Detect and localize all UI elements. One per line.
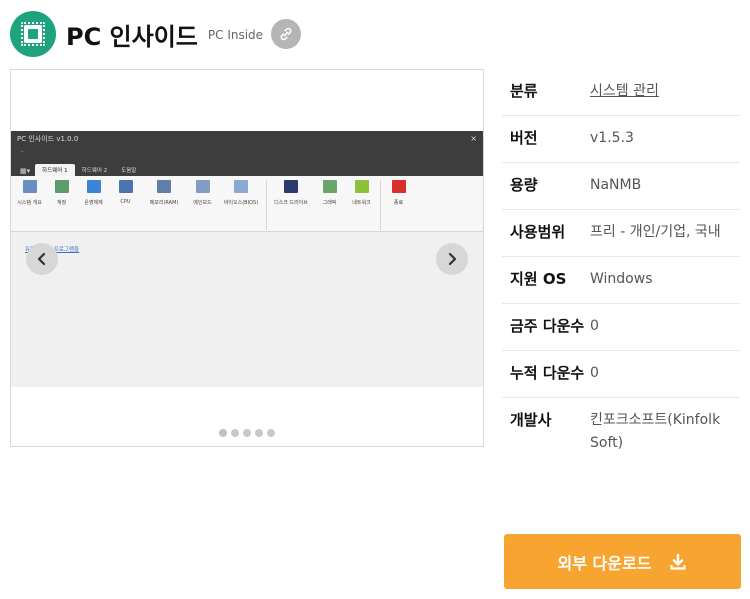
app-title: PC 인사이드 xyxy=(66,22,198,51)
ribbon-item: 그래픽 xyxy=(314,180,345,231)
info-value: 0 xyxy=(590,318,599,334)
info-row-weekly-downloads: 금주 다운수 0 xyxy=(502,304,740,351)
info-label: 용량 xyxy=(510,176,538,194)
mainboard-icon xyxy=(195,180,210,193)
chevron-right-icon xyxy=(448,252,457,266)
info-row-os: 지원 OS Windows xyxy=(502,257,740,304)
carousel-dot[interactable] xyxy=(231,429,239,437)
disk-drive-icon xyxy=(284,180,298,193)
info-value: NaNMB xyxy=(590,177,642,193)
info-label: 금주 다운수 xyxy=(510,317,585,335)
link-icon xyxy=(280,27,292,41)
carousel-next-button[interactable] xyxy=(436,243,468,275)
info-row-version: 버전 v1.5.3 xyxy=(502,116,740,163)
carousel-dot[interactable] xyxy=(255,429,263,437)
info-row-developer: 개발사 킨포크소프트(Kinfolk Soft) xyxy=(502,398,740,467)
info-value: 킨포크소프트(Kinfolk Soft) xyxy=(590,412,721,451)
ribbon-separator xyxy=(266,180,267,230)
graphics-icon xyxy=(322,180,337,193)
info-row-category: 분류 시스템 관리 xyxy=(502,69,740,116)
cpu-chip-icon xyxy=(10,11,56,57)
download-icon xyxy=(670,553,687,570)
download-label: 외부 다운로드 xyxy=(557,553,652,573)
carousel-prev-button[interactable] xyxy=(26,243,58,275)
ribbon-item: 디스크 드라이브 xyxy=(269,180,313,231)
app-screenshot: PC 인사이드 v1.0.0 × - ▦▾ 하드웨어 1 하드웨어 2 도움말 … xyxy=(11,131,483,387)
info-value: v1.5.3 xyxy=(590,130,634,146)
info-label: 누적 다운수 xyxy=(510,364,585,382)
ribbon-item: 시스템 개요 xyxy=(14,180,45,231)
screenshot-carousel[interactable]: PC 인사이드 v1.0.0 × - ▦▾ 하드웨어 1 하드웨어 2 도움말 … xyxy=(10,69,484,447)
screenshot-body: 유용한 무료 프로그램들 xyxy=(11,232,483,259)
ribbon-item: 메인보드 xyxy=(187,180,218,231)
chevron-left-icon xyxy=(37,252,46,266)
screenshot-close-glyph: × xyxy=(470,134,477,143)
info-label: 분류 xyxy=(510,82,538,100)
info-value: 0 xyxy=(590,365,599,381)
ribbon-item: 종료 xyxy=(383,180,414,231)
screenshot-grid-menu-icon: ▦▾ xyxy=(20,167,31,175)
info-label: 사용범위 xyxy=(510,223,566,241)
carousel-dot[interactable] xyxy=(267,429,275,437)
carousel-dot[interactable] xyxy=(219,429,227,437)
bios-icon xyxy=(234,180,248,193)
info-row-license: 사용범위 프리 - 개인/기업, 국내 xyxy=(502,210,740,257)
cpu-icon xyxy=(118,180,133,193)
ribbon-item: 운영체제 xyxy=(78,180,109,231)
info-value: 프리 - 개인/기업, 국내 xyxy=(590,224,721,240)
app-subtitle: PC Inside xyxy=(207,28,264,42)
info-label: 개발사 xyxy=(510,411,552,429)
app-header: PC 인사이드 PC Inside xyxy=(10,10,302,58)
ribbon-item: 계정 xyxy=(46,180,77,231)
ribbon-item: 네트워크 xyxy=(346,180,377,231)
info-row-total-downloads: 누적 다운수 0 xyxy=(502,351,740,398)
network-wifi-icon xyxy=(354,180,369,193)
category-link[interactable]: 시스템 관리 xyxy=(590,80,740,103)
screenshot-ribbon: 시스템 개요 계정 운영체제 CPU 메모리(RAM) 메인보드 바이오스(BI… xyxy=(11,176,483,232)
screenshot-tab: 하드웨어 2 xyxy=(81,168,108,174)
screenshot-tab: 도움말 xyxy=(121,168,137,174)
screenshot-tab: 하드웨어 1 xyxy=(35,164,75,176)
exit-icon xyxy=(391,180,406,193)
carousel-pagination xyxy=(11,429,483,437)
app-info-table: 분류 시스템 관리 버전 v1.5.3 용량 NaNMB 사용범위 프리 - 개… xyxy=(502,69,740,467)
info-label: 버전 xyxy=(510,129,538,147)
ribbon-item: CPU xyxy=(110,180,141,231)
external-download-button[interactable]: 외부 다운로드 xyxy=(504,534,741,589)
ribbon-item: 메모리(RAM) xyxy=(142,180,186,231)
link-button[interactable] xyxy=(271,19,302,49)
memory-icon xyxy=(157,180,171,193)
ribbon-item: 바이오스(BIOS) xyxy=(219,180,263,231)
screenshot-titlebar: PC 인사이드 v1.0.0 × - xyxy=(11,131,483,161)
info-row-size: 용량 NaNMB xyxy=(502,163,740,210)
ribbon-separator xyxy=(380,180,381,230)
screenshot-window-title: PC 인사이드 v1.0.0 xyxy=(17,135,79,143)
info-label: 지원 OS xyxy=(510,270,567,288)
carousel-dot[interactable] xyxy=(243,429,251,437)
screenshot-tabbar: ▦▾ 하드웨어 1 하드웨어 2 도움말 xyxy=(11,161,483,176)
info-value: Windows xyxy=(590,271,653,287)
windows-icon xyxy=(86,180,101,193)
screenshot-dash: - xyxy=(21,148,24,156)
system-overview-icon xyxy=(22,180,37,193)
account-icon xyxy=(54,180,69,193)
